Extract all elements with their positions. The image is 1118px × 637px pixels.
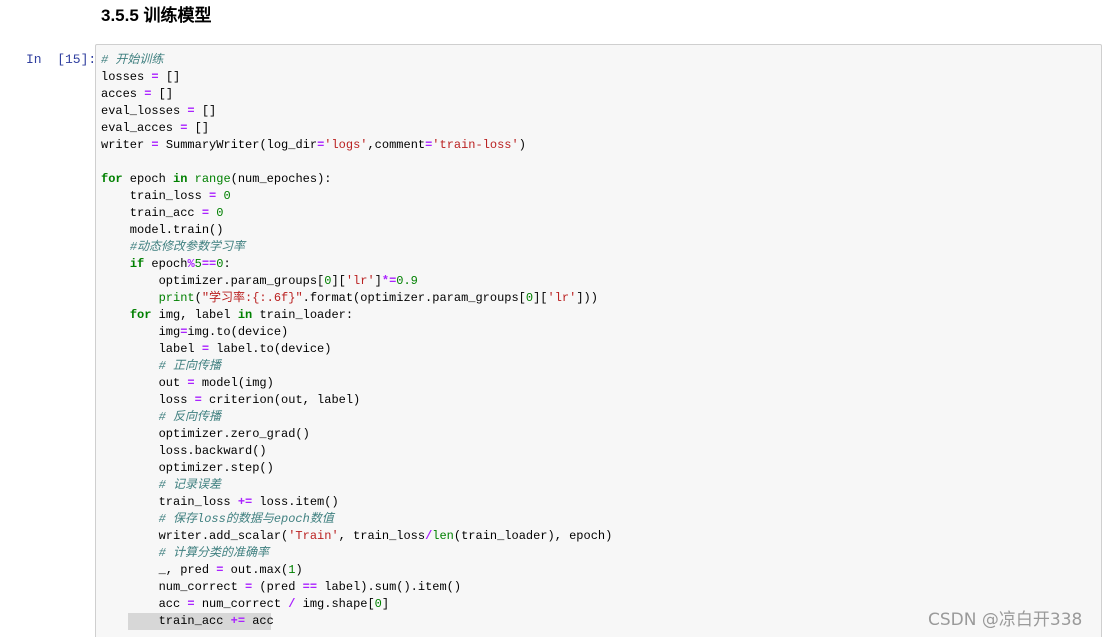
code-cell-input-area[interactable]: # 开始训练 losses = [] acces = [] eval_losses =… [95, 44, 1102, 637]
code-line: img=img.to(device) [101, 325, 289, 339]
csdn-watermark: CSDN @凉白开338 [928, 610, 1083, 630]
code-line: # 保存loss的数据与epoch数值 [158, 512, 334, 526]
code-line: # 正向传播 [158, 359, 222, 373]
code-line: losses = [] [101, 70, 181, 84]
code-line: for img, label in train_loader: [129, 308, 354, 322]
code-line: eval_losses = [] [101, 104, 217, 118]
code-line: # 反向传播 [158, 410, 222, 424]
section-heading: 3.5.5 训练模型 [101, 6, 212, 25]
code-line: loss = criterion(out, label) [101, 393, 361, 407]
cell-input-prompt: In [15]: [26, 52, 97, 67]
code-line: acces = [] [101, 87, 174, 101]
code-line: train_acc = 0 [101, 206, 224, 220]
code-line: print("学习率:{:.6f}".format(optimizer.para… [158, 291, 598, 305]
code-line: writer.add_scalar('Train', train_loss/le… [101, 529, 613, 543]
code-line: eval_acces = [] [101, 121, 210, 135]
code-line: optimizer.param_groups[0]['lr']*=0.9 [101, 274, 418, 288]
code-line: model.train() [101, 223, 224, 237]
code-line: # 计算分类的准确率 [158, 546, 270, 560]
code-line: for epoch in range(num_epoches): [101, 172, 332, 186]
code-line: writer = SummaryWriter(log_dir='logs',co… [101, 138, 526, 152]
code-line: ​ [101, 154, 612, 171]
code-line: optimizer.zero_grad() [101, 427, 310, 441]
code-line: train_loss = 0 [101, 189, 231, 203]
code-line: _, pred = out.max(1) [101, 563, 303, 577]
code-line: if epoch%5==0: [129, 257, 231, 271]
code-line: optimizer.step() [101, 461, 274, 475]
code-line: label = label.to(device) [101, 342, 332, 356]
code-line: # 开始训练 [101, 53, 164, 67]
code-line: train_loss += loss.item() [101, 495, 339, 509]
code-line: acc = num_correct / img.shape[0] [101, 597, 390, 611]
code-line: #动态修改参数学习率 [129, 240, 246, 254]
code-line: num_correct = (pred == label).sum().item… [101, 580, 462, 594]
code-line: loss.backward() [101, 444, 267, 458]
code-line: out = model(img) [101, 376, 274, 390]
code-line: # 记录误差 [158, 478, 222, 492]
code-line: train_acc += acc [101, 614, 274, 628]
code-editor[interactable]: # 开始训练 losses = [] acces = [] eval_losses =… [101, 52, 612, 630]
